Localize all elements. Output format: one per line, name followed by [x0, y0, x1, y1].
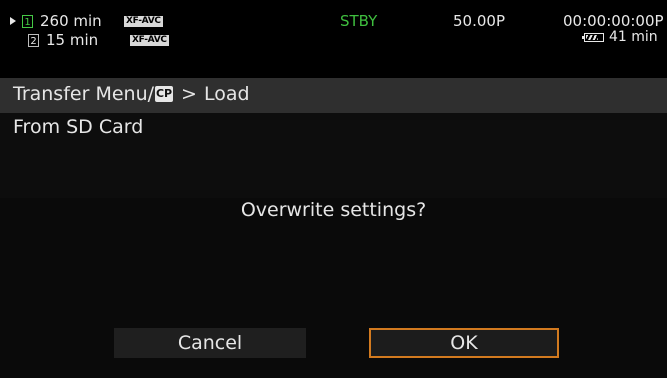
custom-picture-icon: CP: [155, 86, 174, 102]
cancel-button[interactable]: Cancel: [114, 328, 306, 358]
battery-icon: [582, 32, 604, 42]
play-indicator-icon: [10, 17, 16, 25]
frame-rate: 50.00P: [453, 12, 505, 30]
status-bar: 1 260 min XF-AVC 2 15 min XF-AVC STBY 50…: [0, 0, 667, 78]
slot-2-format-badge: XF-AVC: [130, 34, 169, 46]
slot-1-icon: 1: [22, 14, 33, 28]
slot-2-icon: 2: [28, 33, 39, 47]
slot-1-remaining: 260 min: [40, 12, 102, 30]
battery-status: 41 min: [582, 29, 658, 45]
menu-title-suffix: Load: [203, 83, 250, 105]
breadcrumb-separator: >: [181, 83, 197, 105]
battery-remaining: 41 min: [609, 29, 658, 45]
menu-breadcrumb: Transfer Menu/ CP > Load: [13, 83, 250, 105]
timecode: 00:00:00:00P: [563, 12, 664, 30]
source-label: From SD Card: [13, 116, 144, 138]
media-slot-2-row: 2 15 min XF-AVC: [10, 31, 169, 49]
dialog-panel: [0, 198, 667, 378]
menu-title-prefix: Transfer Menu/: [13, 83, 155, 105]
slot-1-format-badge: XF-AVC: [124, 15, 163, 27]
camera-screen: 1 260 min XF-AVC 2 15 min XF-AVC STBY 50…: [0, 0, 667, 378]
slot-2-remaining: 15 min: [46, 31, 99, 49]
record-mode-status: STBY: [340, 12, 378, 30]
ok-button[interactable]: OK: [369, 328, 559, 358]
media-slot-1-row: 1 260 min XF-AVC: [10, 12, 163, 30]
dialog-prompt: Overwrite settings?: [240, 199, 427, 221]
